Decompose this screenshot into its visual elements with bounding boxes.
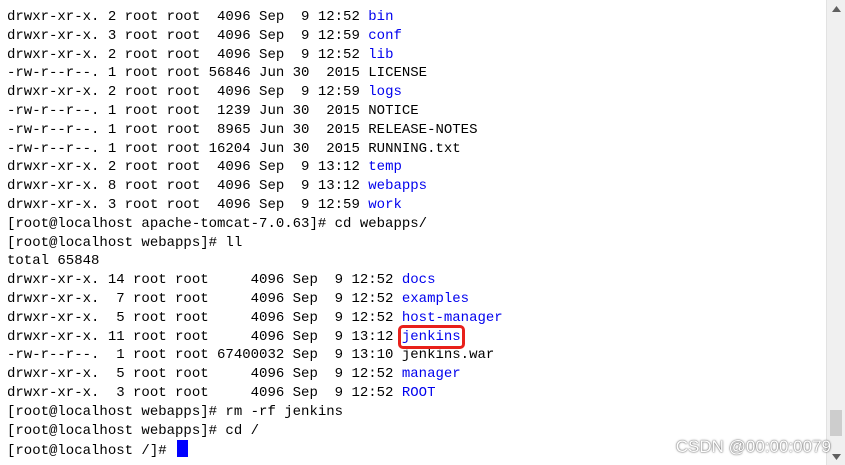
- terminal-line: drwxr-xr-x. 5 root root 4096 Sep 9 12:52…: [7, 309, 822, 328]
- terminal-line: drwxr-xr-x. 11 root root 4096 Sep 9 13:1…: [7, 324, 822, 349]
- line-text: drwxr-xr-x. 2 root root 4096 Sep 9 12:52: [7, 46, 369, 63]
- scroll-up-button[interactable]: [827, 0, 845, 17]
- line-text: drwxr-xr-x. 2 root root 4096 Sep 9 12:59: [7, 84, 369, 101]
- terminal-line: drwxr-xr-x. 2 root root 4096 Sep 9 12:52…: [7, 8, 822, 27]
- terminal-line: -rw-r--r--. 1 root root 1239 Jun 30 2015…: [7, 102, 822, 121]
- terminal-window: drwxr-xr-x. 2 root root 4096 Sep 9 12:52…: [0, 0, 845, 465]
- file-name: jenkins.war: [401, 347, 495, 364]
- terminal-line: drwxr-xr-x. 2 root root 4096 Sep 9 12:52…: [7, 46, 822, 65]
- file-name: LICENSE: [368, 65, 428, 82]
- directory-name: manager: [401, 366, 461, 383]
- directory-name: lib: [368, 46, 394, 63]
- directory-name: examples: [401, 290, 470, 307]
- terminal-line: [root@localhost apache-tomcat-7.0.63]# c…: [7, 215, 822, 234]
- line-text: drwxr-xr-x. 3 root root 4096 Sep 9 12:52: [7, 384, 402, 401]
- line-text: drwxr-xr-x. 3 root root 4096 Sep 9 12:59: [7, 27, 369, 44]
- directory-name: bin: [368, 9, 394, 25]
- terminal-line: -rw-r--r--. 1 root root 67400032 Sep 9 1…: [7, 346, 822, 365]
- line-text: [root@localhost /]#: [7, 443, 176, 460]
- terminal-line: drwxr-xr-x. 3 root root 4096 Sep 9 12:52…: [7, 384, 822, 403]
- terminal-line: drwxr-xr-x. 2 root root 4096 Sep 9 13:12…: [7, 158, 822, 177]
- terminal-line: total 65848: [7, 252, 822, 271]
- line-text: drwxr-xr-x. 7 root root 4096 Sep 9 12:52: [7, 290, 402, 307]
- terminal-line: drwxr-xr-x. 8 root root 4096 Sep 9 13:12…: [7, 177, 822, 196]
- terminal-output[interactable]: drwxr-xr-x. 2 root root 4096 Sep 9 12:52…: [7, 8, 822, 459]
- line-text: [root@localhost webapps]# cd /: [7, 422, 260, 439]
- line-text: [root@localhost webapps]# rm -rf jenkins: [7, 403, 344, 420]
- line-text: -rw-r--r--. 1 root root 56846 Jun 30 201…: [7, 65, 369, 82]
- vertical-scrollbar[interactable]: [826, 0, 845, 465]
- line-text: drwxr-xr-x. 3 root root 4096 Sep 9 12:59: [7, 196, 369, 213]
- line-text: drwxr-xr-x. 8 root root 4096 Sep 9 13:12: [7, 178, 369, 195]
- highlighted-directory-name: jenkins: [397, 324, 465, 349]
- line-text: total 65848: [7, 253, 100, 270]
- terminal-line: drwxr-xr-x. 3 root root 4096 Sep 9 12:59…: [7, 196, 822, 215]
- terminal-line: [root@localhost webapps]# ll: [7, 234, 822, 253]
- chevron-down-icon: [831, 453, 841, 460]
- line-text: drwxr-xr-x. 5 root root 4096 Sep 9 12:52: [7, 366, 402, 383]
- file-name: NOTICE: [368, 102, 419, 119]
- terminal-line: -rw-r--r--. 1 root root 16204 Jun 30 201…: [7, 140, 822, 159]
- watermark: CSDN @00:00:0079: [675, 437, 831, 456]
- directory-name: docs: [401, 272, 436, 289]
- line-text: [root@localhost webapps]# ll: [7, 234, 243, 251]
- chevron-up-icon: [831, 5, 841, 12]
- directory-name: work: [368, 196, 402, 213]
- line-text: drwxr-xr-x. 11 root root 4096 Sep 9 13:1…: [7, 328, 402, 345]
- line-text: [root@localhost apache-tomcat-7.0.63]# c…: [7, 215, 428, 232]
- directory-name: logs: [368, 84, 402, 101]
- terminal-line: -rw-r--r--. 1 root root 8965 Jun 30 2015…: [7, 121, 822, 140]
- line-text: -rw-r--r--. 1 root root 1239 Jun 30 2015: [7, 102, 369, 119]
- terminal-line: drwxr-xr-x. 2 root root 4096 Sep 9 12:59…: [7, 83, 822, 102]
- terminal-line: drwxr-xr-x. 5 root root 4096 Sep 9 12:52…: [7, 365, 822, 384]
- line-text: -rw-r--r--. 1 root root 8965 Jun 30 2015: [7, 121, 369, 138]
- file-name: RUNNING.txt: [368, 140, 461, 157]
- line-text: drwxr-xr-x. 2 root root 4096 Sep 9 12:52: [7, 9, 369, 25]
- terminal-line: -rw-r--r--. 1 root root 56846 Jun 30 201…: [7, 64, 822, 83]
- terminal-line: drwxr-xr-x. 14 root root 4096 Sep 9 12:5…: [7, 271, 822, 290]
- line-text: -rw-r--r--. 1 root root 16204 Jun 30 201…: [7, 140, 369, 157]
- terminal-line: [root@localhost webapps]# rm -rf jenkins: [7, 403, 822, 422]
- directory-name: conf: [368, 27, 402, 44]
- directory-name: webapps: [368, 178, 428, 195]
- directory-name: ROOT: [401, 384, 436, 401]
- line-text: drwxr-xr-x. 2 root root 4096 Sep 9 13:12: [7, 159, 369, 176]
- directory-name: temp: [368, 159, 402, 176]
- scrollbar-thumb[interactable]: [830, 409, 842, 436]
- text-cursor: [177, 440, 189, 458]
- file-name: RELEASE-NOTES: [368, 121, 478, 138]
- line-text: drwxr-xr-x. 5 root root 4096 Sep 9 12:52: [7, 309, 402, 326]
- line-text: -rw-r--r--. 1 root root 67400032 Sep 9 1…: [7, 347, 402, 364]
- line-text: drwxr-xr-x. 14 root root 4096 Sep 9 12:5…: [7, 272, 402, 289]
- terminal-line: drwxr-xr-x. 3 root root 4096 Sep 9 12:59…: [7, 27, 822, 46]
- directory-name: host-manager: [401, 309, 503, 326]
- terminal-line: drwxr-xr-x. 7 root root 4096 Sep 9 12:52…: [7, 290, 822, 309]
